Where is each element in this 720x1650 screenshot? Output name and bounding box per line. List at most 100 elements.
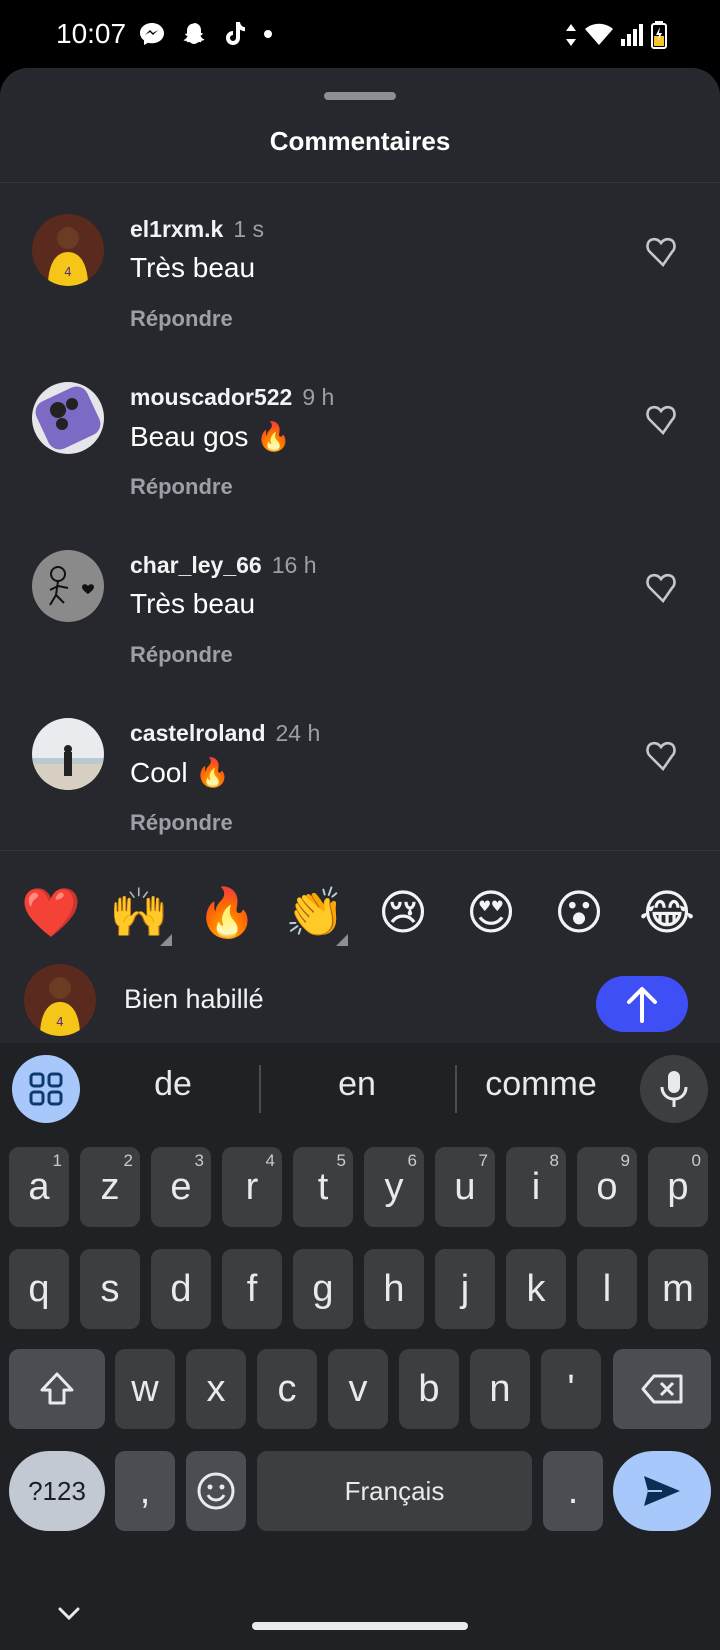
key-e[interactable]: e3 xyxy=(151,1147,211,1227)
backspace-key[interactable] xyxy=(613,1349,711,1429)
avatar[interactable]: 4 xyxy=(32,214,104,286)
own-avatar: 4 xyxy=(24,964,96,1036)
dot-icon xyxy=(264,30,272,38)
key-p[interactable]: p0 xyxy=(648,1147,708,1227)
key-m[interactable]: m xyxy=(648,1249,708,1329)
space-key[interactable]: Français xyxy=(257,1451,532,1531)
key-y-label: y xyxy=(384,1165,404,1208)
suggestion-2[interactable]: en xyxy=(272,1065,442,1104)
collapse-keyboard-icon[interactable] xyxy=(54,1599,84,1629)
post-comment-button[interactable] xyxy=(596,976,688,1032)
backspace-icon xyxy=(641,1374,683,1404)
avatar[interactable] xyxy=(32,718,104,790)
shift-icon xyxy=(40,1372,74,1405)
key-x[interactable]: x xyxy=(186,1349,246,1429)
key-i-label: i xyxy=(531,1165,541,1208)
emoji-crying[interactable]: 😢 xyxy=(368,878,438,948)
comment-input[interactable]: Bien habillé xyxy=(124,984,264,1015)
suggestion-3[interactable]: comme xyxy=(468,1065,614,1104)
key-l[interactable]: l xyxy=(577,1249,637,1329)
emoji-fire[interactable]: 🔥 xyxy=(192,878,262,948)
key-d[interactable]: d xyxy=(151,1249,211,1329)
key-c-label: c xyxy=(277,1367,297,1410)
drag-handle[interactable] xyxy=(324,92,396,100)
key-h[interactable]: h xyxy=(364,1249,424,1329)
heart-icon[interactable] xyxy=(646,236,680,268)
messenger-icon xyxy=(140,23,164,45)
reply-button[interactable]: Répondre xyxy=(130,306,233,332)
key-a[interactable]: a1 xyxy=(9,1147,69,1227)
status-bar: 10:07 xyxy=(0,0,720,68)
voice-input-button[interactable] xyxy=(640,1055,708,1123)
comment-time: 9 h xyxy=(302,384,335,410)
key-w[interactable]: w xyxy=(115,1349,175,1429)
key-j[interactable]: j xyxy=(435,1249,495,1329)
avatar[interactable] xyxy=(32,550,104,622)
heart-icon[interactable] xyxy=(646,740,680,772)
key-y[interactable]: y6 xyxy=(364,1147,424,1227)
key-q[interactable]: q xyxy=(9,1249,69,1329)
key-b[interactable]: b xyxy=(399,1349,459,1429)
key-e-hint: 3 xyxy=(194,1151,204,1170)
comment-username[interactable]: char_ley_66 16 h xyxy=(130,552,317,579)
emoji-clap-glyph: 👏 xyxy=(285,885,345,941)
key-t[interactable]: t5 xyxy=(293,1147,353,1227)
emoji-heart[interactable]: ❤️ xyxy=(16,878,86,948)
comment-composer: 4 Bien habillé xyxy=(0,948,720,1043)
quick-emoji-row: ❤️ 🙌 🔥 👏 😢 😍 😮 😂 xyxy=(0,868,720,958)
comment-username[interactable]: mouscador522 9 h xyxy=(130,384,334,411)
key-t-hint: 5 xyxy=(336,1151,346,1170)
key-c[interactable]: c xyxy=(257,1349,317,1429)
comment-username[interactable]: castelroland 24 h xyxy=(130,720,320,747)
suggestion-separator xyxy=(259,1065,261,1113)
key-o-label: o xyxy=(596,1165,618,1208)
key-v[interactable]: v xyxy=(328,1349,388,1429)
key-o-hint: 9 xyxy=(620,1151,630,1170)
heart-icon[interactable] xyxy=(646,404,680,436)
key-f[interactable]: f xyxy=(222,1249,282,1329)
comment-item: char_ley_66 16 h Très beau Répondre xyxy=(0,550,720,718)
comma-key[interactable]: , xyxy=(115,1451,175,1531)
symbols-key[interactable]: ?123 xyxy=(9,1451,105,1531)
key-b-label: b xyxy=(418,1367,440,1410)
key-n[interactable]: n xyxy=(470,1349,530,1429)
key-r[interactable]: r4 xyxy=(222,1147,282,1227)
emoji-heart-eyes[interactable]: 😍 xyxy=(456,878,526,948)
emoji-raised-hands[interactable]: 🙌 xyxy=(104,878,174,948)
key-apostrophe[interactable]: ' xyxy=(541,1349,601,1429)
apps-grid-icon xyxy=(29,1072,63,1106)
comment-username[interactable]: el1rxm.k 1 s xyxy=(130,216,264,243)
avatar[interactable] xyxy=(32,382,104,454)
key-u-hint: 7 xyxy=(478,1151,488,1170)
key-k[interactable]: k xyxy=(506,1249,566,1329)
key-f-label: f xyxy=(246,1267,258,1310)
data-arrows-icon xyxy=(566,24,576,46)
heart-icon[interactable] xyxy=(646,572,680,604)
key-p-label: p xyxy=(667,1165,689,1208)
key-u[interactable]: u7 xyxy=(435,1147,495,1227)
key-o[interactable]: o9 xyxy=(577,1147,637,1227)
key-z[interactable]: z2 xyxy=(80,1147,140,1227)
shift-key[interactable] xyxy=(9,1349,105,1429)
keyboard-menu-button[interactable] xyxy=(12,1055,80,1123)
emoji-key[interactable] xyxy=(186,1451,246,1531)
key-t-label: t xyxy=(317,1165,329,1208)
period-key[interactable]: . xyxy=(543,1451,603,1531)
key-i[interactable]: i8 xyxy=(506,1147,566,1227)
reply-button[interactable]: Répondre xyxy=(130,474,233,500)
emoji-clap[interactable]: 👏 xyxy=(280,878,350,948)
key-n-label: n xyxy=(489,1367,511,1410)
key-p-hint: 0 xyxy=(691,1151,701,1170)
comment-item: mouscador522 9 h Beau gos 🔥 Répondre xyxy=(0,382,720,550)
suggestion-1[interactable]: de xyxy=(100,1065,246,1104)
reply-button[interactable]: Répondre xyxy=(130,810,233,836)
key-u-label: u xyxy=(454,1165,476,1208)
send-key[interactable] xyxy=(613,1451,711,1531)
reply-button[interactable]: Répondre xyxy=(130,642,233,668)
home-indicator[interactable] xyxy=(252,1622,468,1630)
emoji-laughing[interactable]: 😂 xyxy=(632,878,702,948)
emoji-surprised[interactable]: 😮 xyxy=(544,878,614,948)
key-a-label: a xyxy=(28,1165,50,1208)
key-g[interactable]: g xyxy=(293,1249,353,1329)
key-s[interactable]: s xyxy=(80,1249,140,1329)
